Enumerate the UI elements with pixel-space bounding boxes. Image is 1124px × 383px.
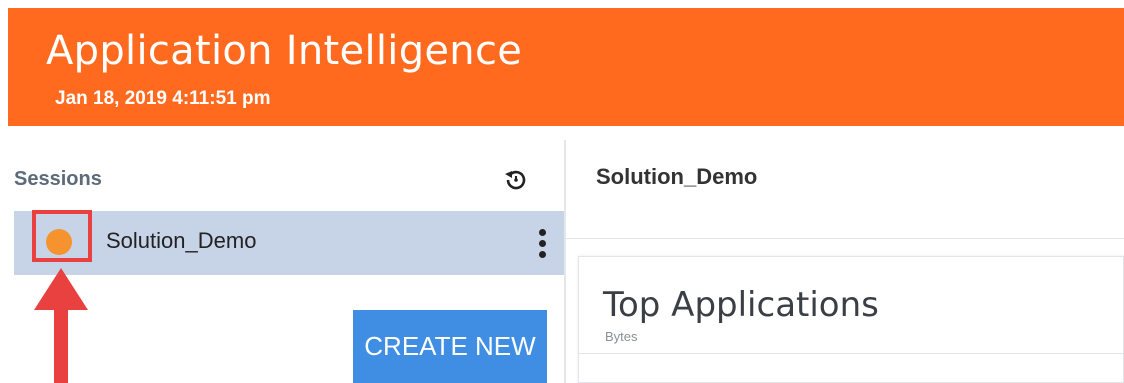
app-timestamp: Jan 18, 2019 4:11:51 pm (55, 88, 271, 109)
card-divider (579, 353, 1124, 354)
session-title: Solution_Demo (596, 164, 758, 189)
highlight-annotation-box (32, 210, 92, 262)
top-applications-card: Top Applications Bytes (578, 256, 1124, 383)
app-title: Application Intelligence (46, 28, 523, 74)
card-subtitle: Bytes (605, 329, 638, 344)
sessions-heading: Sessions (14, 168, 102, 190)
app-header: Application Intelligence Jan 18, 2019 4:… (8, 8, 1124, 126)
main-panel: Solution_Demo Top Applications Bytes (566, 140, 1124, 383)
create-new-button[interactable]: CREATE NEW (353, 310, 547, 383)
card-title: Top Applications (603, 285, 879, 325)
session-list-item[interactable]: Solution_Demo (14, 211, 564, 275)
arrow-up-annotation-icon (34, 268, 88, 383)
sessions-sidebar: Sessions Solution_Demo CREATE NEW (8, 140, 564, 383)
kebab-menu-icon[interactable] (535, 229, 549, 263)
session-name: Solution_Demo (106, 228, 257, 253)
history-icon[interactable] (502, 166, 530, 194)
section-divider (566, 238, 1124, 239)
